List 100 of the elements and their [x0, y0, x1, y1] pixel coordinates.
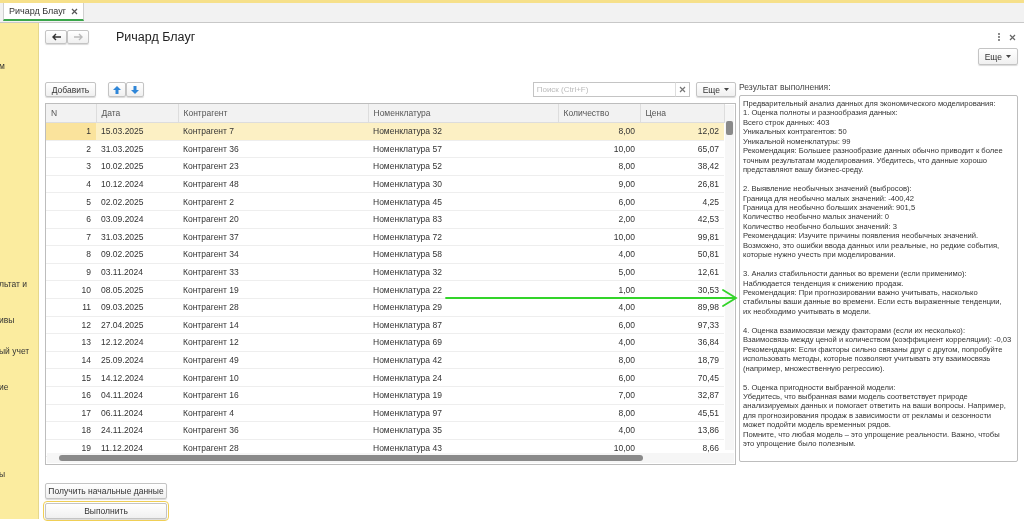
- table-cell: 10.02.2025: [96, 157, 178, 176]
- table-cell: 38,42: [640, 157, 724, 176]
- table-cell: 8,00: [558, 122, 640, 141]
- sidebar-item[interactable]: ивы: [0, 315, 38, 325]
- table-cell: 70,45: [640, 368, 724, 387]
- table-cell: 03.11.2024: [96, 263, 178, 281]
- table-cell: Номенклатура 69: [368, 333, 558, 352]
- table-cell: 32,87: [640, 386, 724, 404]
- table-cell: 4,25: [640, 192, 724, 211]
- table-cell: Контрагент 10: [178, 368, 368, 387]
- sidebar-item[interactable]: ие: [0, 382, 38, 392]
- table-cell: Номенклатура 19: [368, 386, 558, 404]
- table-row[interactable]: 11 09.03.2025 Контрагент 28 Номенклатура 29 4,00 89,98: [46, 298, 724, 317]
- table-row[interactable]: 8 09.02.2025 Контрагент 34 Номенклатура 58 4,00 50,81: [46, 245, 724, 264]
- table-cell: Номенклатура 83: [368, 210, 558, 229]
- table-row[interactable]: 4 10.12.2024 Контрагент 48 Номенклатура 30 9,00 26,81: [46, 175, 724, 193]
- table-cell: Контрагент 48: [178, 175, 368, 193]
- table-cell: 14: [46, 351, 96, 369]
- table-row[interactable]: 6 03.09.2024 Контрагент 20 Номенклатура 83 2,00 42,53: [46, 210, 724, 229]
- tab[interactable]: Ричард Блауг: [3, 3, 85, 21]
- table-cell: 1,00: [558, 280, 640, 299]
- table-cell: Номенклатура 24: [368, 368, 558, 387]
- table-cell: 31.03.2025: [96, 140, 178, 158]
- table-cell: Номенклатура 35: [368, 421, 558, 440]
- table-row[interactable]: 16 04.11.2024 Контрагент 16 Номенклатура 19 7,00 32,87: [46, 386, 724, 404]
- table-cell: Номенклатура 58: [368, 245, 558, 264]
- table-row[interactable]: 14 25.09.2024 Контрагент 49 Номенклатура 42 8,00 18,79: [46, 351, 724, 369]
- table-cell: 3: [46, 157, 96, 176]
- search-field[interactable]: Поиск (Ctrl+F): [532, 82, 675, 97]
- table-cell: 2: [46, 140, 96, 158]
- table-cell: Номенклатура 22: [368, 280, 558, 299]
- table-cell: 6,00: [558, 192, 640, 211]
- table-cell: 12,02: [640, 122, 724, 141]
- column-header[interactable]: Цена: [640, 104, 724, 123]
- table-cell: 08.05.2025: [96, 280, 178, 299]
- column-header[interactable]: Контрагент: [178, 104, 368, 123]
- table-cell: Номенклатура 97: [368, 404, 558, 422]
- table-cell: 13: [46, 333, 96, 352]
- table-row[interactable]: 10 08.05.2025 Контрагент 19 Номенклатура 22 1,00 30,53: [46, 280, 724, 299]
- table-cell: Номенклатура 29: [368, 298, 558, 317]
- table-cell: 15.03.2025: [96, 122, 178, 141]
- table-row[interactable]: 13 12.12.2024 Контрагент 12 Номенклатура 69 4,00 36,84: [46, 333, 724, 352]
- table-cell: Контрагент 19: [178, 280, 368, 299]
- form-title: Ричард Блауг: [116, 30, 196, 44]
- more-button[interactable]: Еще: [695, 82, 736, 97]
- table-cell: Контрагент 33: [178, 263, 368, 281]
- table-cell: 6,00: [558, 316, 640, 334]
- table-cell: Контрагент 14: [178, 316, 368, 334]
- table-cell: 11: [46, 298, 96, 317]
- table-row[interactable]: 9 03.11.2024 Контрагент 33 Номенклатура 32 5,00 12,61: [46, 263, 724, 281]
- table-row[interactable]: 5 02.02.2025 Контрагент 2 Номенклатура 45 6,00 4,25: [46, 192, 724, 211]
- table-cell: 8,00: [558, 351, 640, 369]
- add-button[interactable]: Добавить: [45, 82, 96, 97]
- table-cell: Номенклатура 32: [368, 122, 558, 141]
- sidebar-item[interactable]: м: [0, 61, 38, 71]
- table-cell: Номенклатура 57: [368, 140, 558, 158]
- table-cell: Контрагент 20: [178, 210, 368, 229]
- table-row[interactable]: 15 14.12.2024 Контрагент 10 Номенклатура 24 6,00 70,45: [46, 368, 724, 387]
- table-cell: 18,79: [640, 351, 724, 369]
- table-cell: 7: [46, 228, 96, 246]
- table-cell: Контрагент 2: [178, 192, 368, 211]
- table-row[interactable]: 12 27.04.2025 Контрагент 14 Номенклатура 87 6,00 97,33: [46, 316, 724, 334]
- action-button[interactable]: Выполнить: [45, 503, 167, 519]
- column-header[interactable]: Дата: [96, 104, 178, 123]
- table-row[interactable]: 7 31.03.2025 Контрагент 37 Номенклатура 72 10,00 99,81: [46, 228, 724, 246]
- table-cell: Контрагент 23: [178, 157, 368, 176]
- column-header[interactable]: Номенклатура: [368, 104, 558, 123]
- table-cell: Контрагент 4: [178, 404, 368, 422]
- table-cell: Контрагент 36: [178, 140, 368, 158]
- table-cell: 02.02.2025: [96, 192, 178, 211]
- table-cell: 06.11.2024: [96, 404, 178, 422]
- table-cell: Контрагент 34: [178, 245, 368, 264]
- table-row[interactable]: 18 24.11.2024 Контрагент 36 Номенклатура 35 4,00 13,86: [46, 421, 724, 440]
- table-row[interactable]: 3 10.02.2025 Контрагент 23 Номенклатура 52 8,00 38,42: [46, 157, 724, 176]
- table-cell: 6: [46, 210, 96, 229]
- table-cell: 31.03.2025: [96, 228, 178, 246]
- table-cell: 10,00: [558, 228, 640, 246]
- table-cell: 10.12.2024: [96, 175, 178, 193]
- column-header[interactable]: Количество: [558, 104, 640, 123]
- sidebar-item[interactable]: ы: [0, 469, 38, 479]
- table-cell: 14.12.2024: [96, 368, 178, 387]
- table-cell: Номенклатура 52: [368, 157, 558, 176]
- table-cell: 17: [46, 404, 96, 422]
- table-cell: 25.09.2024: [96, 351, 178, 369]
- sidebar-item[interactable]: ый учет: [0, 346, 38, 356]
- table-cell: Контрагент 36: [178, 421, 368, 440]
- table-cell: 30,53: [640, 280, 724, 299]
- more-button[interactable]: Еще: [977, 48, 1018, 65]
- result-label: Результат выполнения:: [739, 82, 831, 94]
- table-cell: Контрагент 12: [178, 333, 368, 352]
- table-cell: 18: [46, 421, 96, 440]
- table-cell: Номенклатура 72: [368, 228, 558, 246]
- table-cell: 8: [46, 245, 96, 264]
- column-header[interactable]: N: [46, 104, 96, 123]
- action-button[interactable]: Получить начальные данные: [45, 483, 167, 499]
- table-cell: 03.09.2024: [96, 210, 178, 229]
- table-row[interactable]: 17 06.11.2024 Контрагент 4 Номенклатура 97 8,00 45,51: [46, 404, 724, 422]
- table-cell: 24.11.2024: [96, 421, 178, 440]
- table-cell: 10: [46, 280, 96, 299]
- table-row[interactable]: 2 31.03.2025 Контрагент 36 Номенклатура 57 10,00 65,07: [46, 140, 724, 158]
